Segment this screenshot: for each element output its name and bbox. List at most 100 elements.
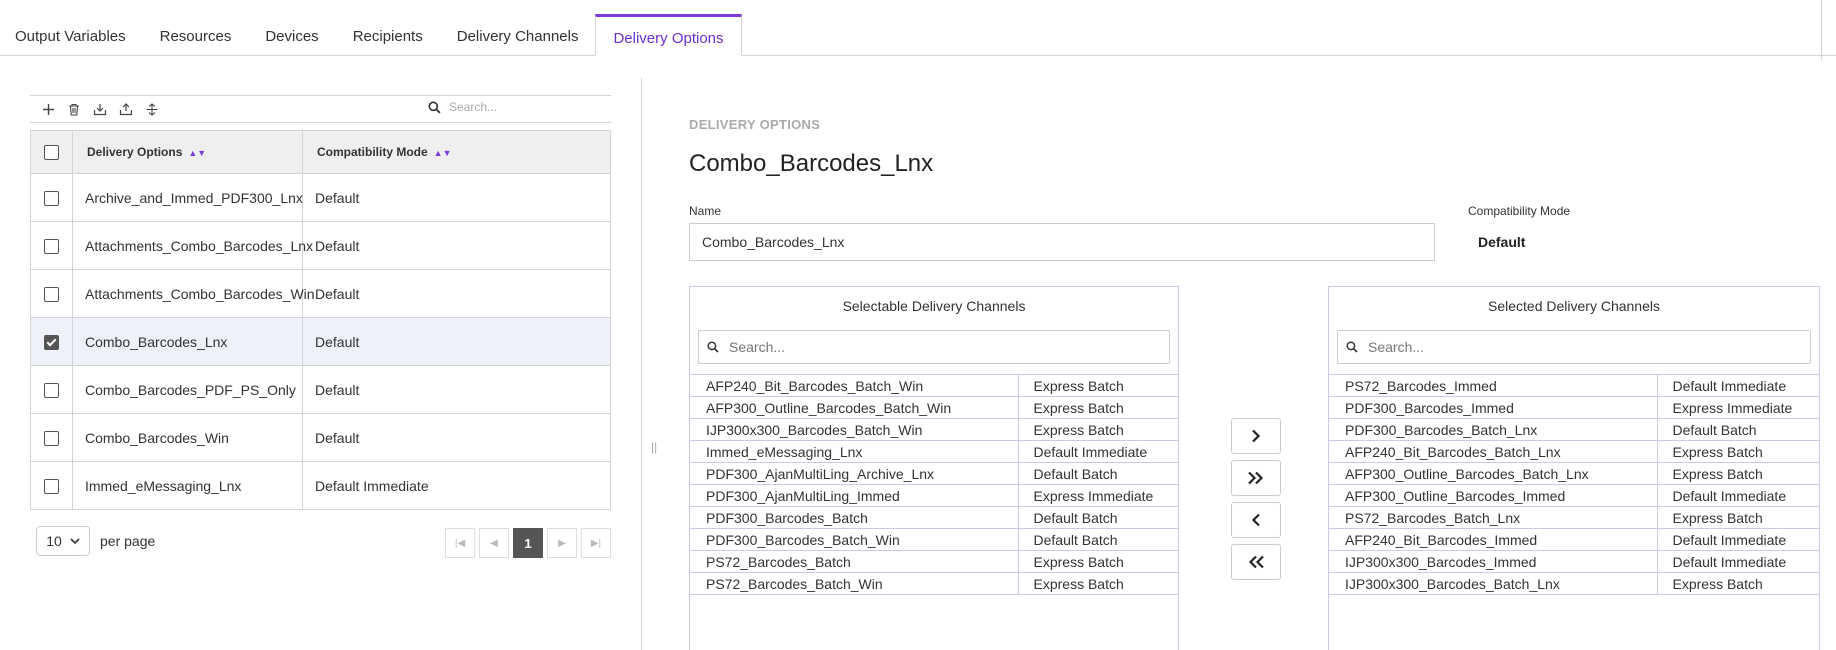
table-row[interactable]: Immed_eMessaging_Lnx Default Immediate (30, 461, 611, 510)
channel-type: Default Immediate (1656, 550, 1819, 573)
delete-button[interactable] (62, 97, 86, 121)
selected-panel-title: Selected Delivery Channels (1488, 298, 1660, 314)
row-checkbox-cell (30, 365, 73, 414)
list-item[interactable]: PDF300_Barcodes_Batch_Win Default Batch (690, 528, 1178, 551)
row-checkbox[interactable] (44, 382, 59, 398)
plus-icon (42, 103, 54, 115)
table-row[interactable]: Combo_Barcodes_Win Default (30, 413, 611, 462)
row-checkbox[interactable] (44, 478, 59, 494)
list-item[interactable]: PDF300_Barcodes_Batch Default Batch (690, 506, 1178, 529)
list-search-input[interactable] (447, 99, 601, 115)
move-left-button[interactable] (1231, 502, 1281, 538)
table-row-selected[interactable]: Combo_Barcodes_Lnx Default (30, 317, 611, 366)
resize-handle[interactable]: || (651, 440, 657, 454)
tab-recipients[interactable]: Recipients (336, 16, 440, 56)
page-1-button[interactable]: 1 (513, 528, 543, 558)
tab-resources[interactable]: Resources (143, 16, 249, 56)
pane-divider (641, 78, 642, 650)
list-item[interactable]: PS72_Barcodes_Batch_Win Express Batch (690, 572, 1178, 595)
import-button[interactable] (88, 97, 112, 121)
channel-name: AFP300_Outline_Barcodes_Batch_Lnx (1329, 462, 1657, 485)
column-header-compatibility-mode[interactable]: Compatibility Mode ▲▼ (302, 130, 611, 174)
next-page-button[interactable]: ▶ (547, 528, 577, 558)
list-item[interactable]: Immed_eMessaging_Lnx Default Immediate (690, 440, 1178, 463)
list-item[interactable]: IJP300x300_Barcodes_Batch_Win Express Bat… (690, 418, 1178, 441)
tab-delivery-channels[interactable]: Delivery Channels (440, 16, 596, 56)
row-checkbox[interactable] (44, 286, 59, 302)
row-checkbox-cell (30, 413, 73, 462)
tab-devices[interactable]: Devices (248, 16, 335, 56)
selected-search (1337, 330, 1811, 364)
tab-delivery-options[interactable]: Delivery Options (595, 14, 742, 56)
list-item[interactable]: AFP300_Outline_Barcodes_Batch_Lnx Express… (1329, 462, 1819, 485)
channel-type: Default Batch (1017, 462, 1178, 485)
last-page-button[interactable]: ▶| (581, 528, 611, 558)
list-item[interactable]: AFP240_Bit_Barcodes_Batch_Lnx Express Bat… (1329, 440, 1819, 463)
channel-type: Default Immediate (1656, 484, 1819, 507)
list-item[interactable]: AFP240_Bit_Barcodes_Batch_Win Express Bat… (690, 374, 1178, 397)
add-button[interactable] (36, 97, 60, 121)
row-name: Combo_Barcodes_Win (72, 413, 303, 462)
name-field[interactable] (689, 223, 1435, 261)
channel-type: Express Batch (1017, 396, 1178, 419)
export-button[interactable] (114, 97, 138, 121)
first-page-icon: |◀ (454, 537, 466, 549)
table-row[interactable]: Attachments_Combo_Barcodes_Win Default (30, 269, 611, 318)
channel-type: Default Immediate (1656, 528, 1819, 551)
list-item[interactable]: IJP300x300_Barcodes_Batch_Lnx Express Bat… (1329, 572, 1819, 595)
row-checkbox-cell (30, 173, 73, 222)
column-header-delivery-options[interactable]: Delivery Options ▲▼ (72, 130, 303, 174)
list-item[interactable]: PS72_Barcodes_Batch Express Batch (690, 550, 1178, 573)
channel-type: Default Batch (1017, 528, 1178, 551)
per-page-select[interactable]: 10 (36, 526, 90, 556)
list-item[interactable]: PS72_Barcodes_Immed Default Immediate (1329, 374, 1819, 397)
channel-name: IJP300x300_Barcodes_Immed (1329, 550, 1657, 573)
prev-page-button[interactable]: ◀ (479, 528, 509, 558)
channel-name: PDF300_AjanMultiLing_Immed (690, 484, 1018, 507)
selected-search-input[interactable] (1366, 338, 1765, 356)
row-name: Attachments_Combo_Barcodes_Lnx (72, 221, 313, 270)
list-item[interactable]: AFP300_Outline_Barcodes_Batch_Win Express… (690, 396, 1178, 419)
row-mode: Default Immediate (302, 461, 611, 510)
channel-name: AFP240_Bit_Barcodes_Batch_Win (690, 374, 1018, 397)
select-all-checkbox[interactable] (44, 144, 59, 160)
list-item[interactable]: PDF300_AjanMultiLing_Immed Express Immedi… (690, 484, 1178, 507)
scrollbar-track[interactable] (1821, 0, 1836, 60)
channel-type: Express Immediate (1017, 484, 1178, 507)
move-all-right-button[interactable] (1231, 460, 1281, 496)
pagination: 10 per page |◀ ◀ 1 ▶ ▶| (30, 520, 611, 560)
tab-bar: Output Variables Resources Devices Recip… (0, 0, 1836, 56)
table-row[interactable]: Combo_Barcodes_PDF_PS_Only Default (30, 365, 611, 414)
trash-icon (69, 103, 79, 116)
table-row[interactable]: Attachments_Combo_Barcodes_Lnx Default (30, 221, 611, 270)
row-name: Attachments_Combo_Barcodes_Win (72, 269, 315, 318)
page-title: Combo_Barcodes_Lnx (689, 150, 934, 177)
copy-button[interactable] (140, 97, 164, 121)
channel-type: Express Batch (1656, 506, 1819, 529)
list-item[interactable]: PDF300_Barcodes_Batch_Lnx Default Batch (1329, 418, 1819, 441)
list-item[interactable]: PDF300_AjanMultiLing_Archive_Lnx Default … (690, 462, 1178, 485)
list-item[interactable]: PDF300_Barcodes_Immed Express Immediate (1329, 396, 1819, 419)
row-name: Combo_Barcodes_Lnx (72, 317, 303, 366)
list-item[interactable]: PS72_Barcodes_Batch_Lnx Express Batch (1329, 506, 1819, 529)
move-right-button[interactable] (1231, 418, 1281, 454)
channel-type: Express Immediate (1656, 396, 1819, 419)
list-item[interactable]: IJP300x300_Barcodes_Immed Default Immedia… (1329, 550, 1819, 573)
tab-output-variables[interactable]: Output Variables (0, 16, 143, 56)
next-page-icon: ▶ (558, 537, 566, 549)
selectable-search-input[interactable] (727, 338, 1124, 356)
row-checkbox[interactable] (44, 238, 59, 254)
table-row[interactable]: Archive_and_Immed_PDF300_Lnx Default (30, 173, 611, 222)
row-checkbox[interactable] (44, 430, 59, 446)
row-checkbox-checked[interactable] (44, 334, 59, 350)
first-page-button[interactable]: |◀ (445, 528, 475, 558)
list-pane: Delivery Options▲▼ Compatibility Mode▲▼ … (30, 95, 611, 560)
selectable-panel-title: Selectable Delivery Channels (842, 298, 1026, 314)
row-checkbox-cell (30, 221, 73, 270)
channel-name: PDF300_Barcodes_Batch (690, 506, 1018, 529)
row-checkbox[interactable] (44, 190, 59, 206)
list-item[interactable]: AFP240_Bit_Barcodes_Immed Default Immedia… (1329, 528, 1819, 551)
list-item[interactable]: AFP300_Outline_Barcodes_Immed Default Imm… (1329, 484, 1819, 507)
move-all-left-button[interactable] (1231, 544, 1281, 580)
list-toolbar (30, 95, 611, 123)
